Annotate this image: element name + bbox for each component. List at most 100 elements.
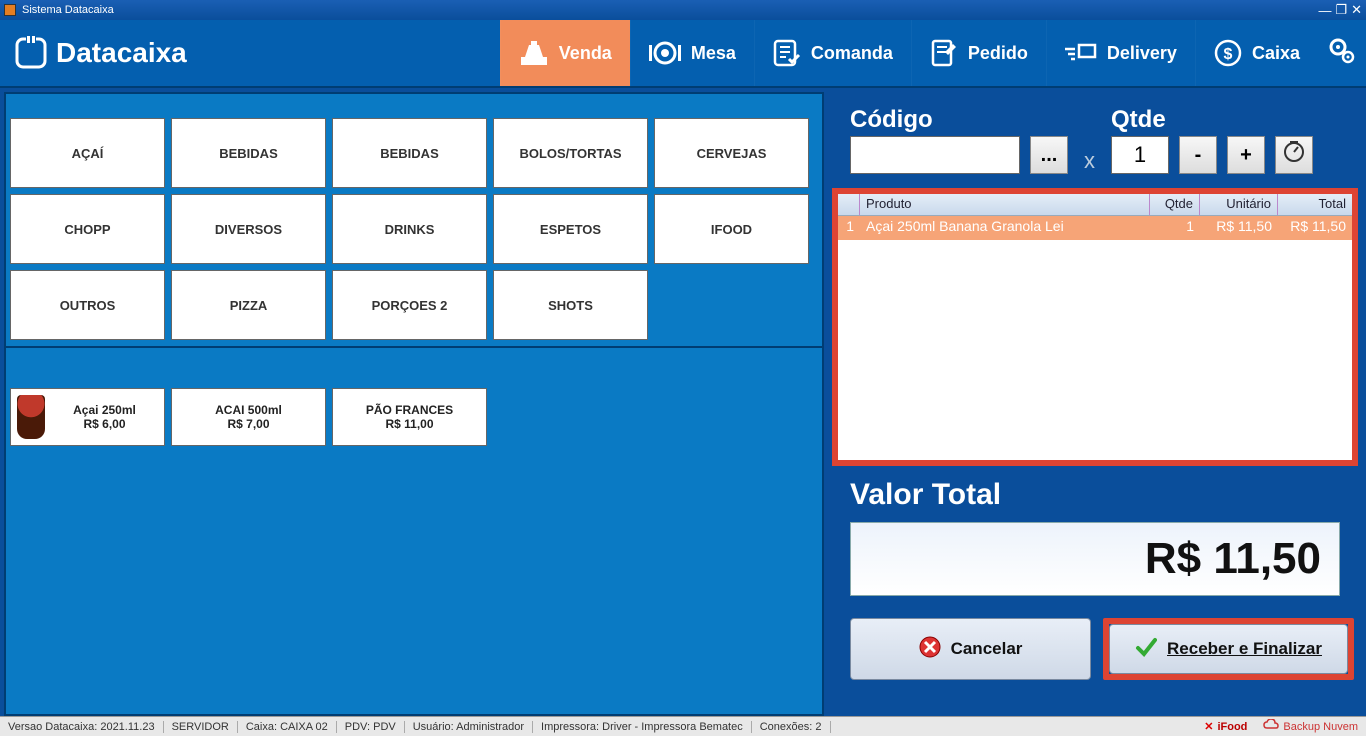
status-ifood[interactable]: ✕ iFood [1196, 720, 1255, 733]
category-button[interactable]: BEBIDAS [171, 118, 326, 188]
col-qtde: Qtde [1150, 194, 1200, 215]
category-button[interactable]: PIZZA [171, 270, 326, 340]
product-button[interactable]: PÃO FRANCESR$ 11,00 [332, 388, 487, 446]
check-icon [1135, 636, 1157, 663]
product-price: R$ 7,00 [178, 417, 319, 431]
finalize-button[interactable]: Receber e Finalizar [1109, 624, 1348, 674]
category-button[interactable]: CERVEJAS [654, 118, 809, 188]
svg-text:$: $ [1224, 46, 1233, 63]
app-icon [4, 4, 16, 16]
status-versao: Versao Datacaixa: 2021.11.23 [0, 721, 164, 733]
nav-label: Pedido [968, 43, 1028, 64]
status-servidor: SERVIDOR [164, 721, 238, 733]
category-button[interactable]: IFOOD [654, 194, 809, 264]
plate-icon [649, 41, 681, 65]
row-total: R$ 11,50 [1278, 216, 1352, 240]
status-backup[interactable]: Backup Nuvem [1255, 719, 1366, 734]
qtde-input[interactable] [1111, 136, 1169, 174]
nav-label: Comanda [811, 43, 893, 64]
category-button[interactable]: SHOTS [493, 270, 648, 340]
cancel-button[interactable]: Cancelar [850, 618, 1091, 680]
nav-delivery[interactable]: Delivery [1046, 20, 1195, 86]
brand-icon [14, 36, 48, 70]
dollar-circle-icon: $ [1214, 39, 1242, 67]
total-label: Valor Total [828, 476, 1362, 512]
list-check-icon [773, 39, 801, 67]
product-button[interactable]: ACAI 500mlR$ 7,00 [171, 388, 326, 446]
cloud-sync-icon [1263, 719, 1279, 734]
note-edit-icon [930, 39, 958, 67]
delivery-icon [1065, 41, 1097, 65]
cancel-icon [919, 636, 941, 663]
nav-settings[interactable] [1318, 20, 1366, 86]
nav-venda[interactable]: Venda [500, 20, 630, 86]
status-pdv: PDV: PDV [337, 721, 405, 733]
col-total: Total [1278, 194, 1352, 215]
category-button[interactable]: AÇAÍ [10, 118, 165, 188]
product-price: R$ 6,00 [51, 417, 158, 431]
cash-register-icon [519, 39, 549, 67]
row-index: 1 [838, 216, 860, 240]
lookup-button[interactable]: ... [1030, 136, 1068, 174]
finalize-label: Receber e Finalizar [1167, 639, 1322, 659]
scale-button[interactable] [1275, 136, 1313, 174]
qty-minus-button[interactable]: - [1179, 136, 1217, 174]
status-usuario: Usuário: Administrador [405, 721, 533, 733]
row-produto: Açai 250ml Banana Granola Lei [860, 216, 1150, 240]
qty-plus-button[interactable]: + [1227, 136, 1265, 174]
col-unitario: Unitário [1200, 194, 1278, 215]
col-produto: Produto [860, 194, 1150, 215]
status-caixa: Caixa: CAIXA 02 [238, 721, 337, 733]
titlebar: Sistema Datacaixa — ❐ ✕ [0, 0, 1366, 20]
product-name: ACAI 500ml [178, 403, 319, 417]
status-conexoes: Conexões: 2 [752, 721, 831, 733]
category-button[interactable]: BOLOS/TORTAS [493, 118, 648, 188]
gear-icon [1327, 36, 1357, 71]
left-panel: AÇAÍBEBIDASBEBIDASBOLOS/TORTASCERVEJASCH… [4, 92, 824, 716]
product-button[interactable]: Açai 250mlR$ 6,00 [10, 388, 165, 446]
nav-label: Mesa [691, 43, 736, 64]
ticket-header: Produto Qtde Unitário Total [838, 194, 1352, 216]
nav-label: Caixa [1252, 43, 1300, 64]
category-button[interactable]: BEBIDAS [332, 118, 487, 188]
ticket-table: Produto Qtde Unitário Total 1Açai 250ml … [832, 188, 1358, 466]
brand-logo: Datacaixa [0, 20, 209, 86]
cancel-label: Cancelar [951, 639, 1023, 659]
category-button[interactable]: DIVERSOS [171, 194, 326, 264]
action-row: Cancelar Receber e Finalizar [828, 606, 1362, 680]
nav-caixa[interactable]: $ Caixa [1195, 20, 1318, 86]
window-controls: — ❐ ✕ [1318, 2, 1362, 18]
minimize-button[interactable]: — [1318, 3, 1331, 18]
scale-icon [1283, 141, 1305, 169]
row-unitario: R$ 11,50 [1200, 216, 1278, 240]
nav-label: Delivery [1107, 43, 1177, 64]
product-name: PÃO FRANCES [339, 403, 480, 417]
x-icon: ✕ [1204, 720, 1213, 733]
status-impressora: Impressora: Driver - Impressora Bematec [533, 721, 752, 733]
top-nav: Datacaixa Venda Mesa Comanda Pedido Deli… [0, 20, 1366, 88]
products-area: Açai 250mlR$ 6,00ACAI 500mlR$ 7,00PÃO FR… [6, 348, 822, 714]
product-image [17, 395, 45, 439]
category-button[interactable]: DRINKS [332, 194, 487, 264]
main: AÇAÍBEBIDASBEBIDASBOLOS/TORTASCERVEJASCH… [0, 88, 1366, 716]
row-qtde: 1 [1150, 216, 1200, 240]
multiply-symbol: x [1078, 148, 1101, 174]
product-price: R$ 11,00 [339, 417, 480, 431]
product-name: Açai 250ml [51, 403, 158, 417]
codigo-input[interactable] [850, 136, 1020, 174]
ticket-row[interactable]: 1Açai 250ml Banana Granola Lei1R$ 11,50R… [838, 216, 1352, 240]
category-button[interactable]: CHOPP [10, 194, 165, 264]
right-panel: Código ... x Qtde - + Produto Qtde [828, 92, 1362, 716]
nav-mesa[interactable]: Mesa [630, 20, 754, 86]
category-button[interactable]: PORÇOES 2 [332, 270, 487, 340]
category-button[interactable]: OUTROS [10, 270, 165, 340]
nav-comanda[interactable]: Comanda [754, 20, 911, 86]
nav-pedido[interactable]: Pedido [911, 20, 1046, 86]
window-title: Sistema Datacaixa [22, 4, 114, 16]
category-button[interactable]: ESPETOS [493, 194, 648, 264]
total-value: R$ 11,50 [850, 522, 1340, 596]
category-grid: AÇAÍBEBIDASBEBIDASBOLOS/TORTASCERVEJASCH… [6, 94, 822, 348]
close-button[interactable]: ✕ [1351, 2, 1362, 18]
maximize-button[interactable]: ❐ [1335, 2, 1347, 18]
statusbar: Versao Datacaixa: 2021.11.23 SERVIDOR Ca… [0, 716, 1366, 736]
